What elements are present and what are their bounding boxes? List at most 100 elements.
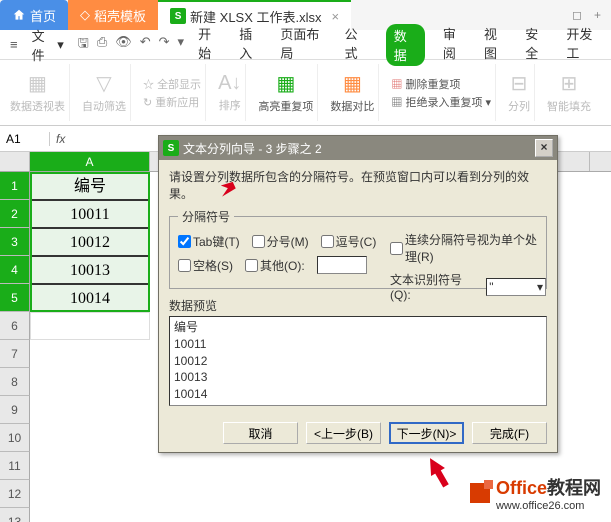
file-menu-label: 文件	[32, 26, 56, 64]
row-header-7[interactable]: 7	[0, 340, 30, 368]
print-icon[interactable]: ⎙	[97, 34, 107, 56]
text-qualifier-select[interactable]: " ▾	[486, 278, 546, 296]
split-icon: ⊟	[511, 71, 528, 96]
preview-row: 编号	[174, 319, 542, 336]
preview-row: 10014	[174, 386, 542, 403]
name-box[interactable]: A1	[0, 132, 50, 146]
checkbox-space[interactable]: 空格(S)	[178, 257, 233, 274]
cell-a6[interactable]	[30, 312, 150, 340]
ribbon-highlightdup-label: 高亮重复项	[258, 98, 313, 114]
row-header-13[interactable]: 13	[0, 508, 30, 522]
ribbon-dup-opts: ▦ 删除重复项 ▦ 拒绝录入重复项 ▾	[387, 64, 496, 121]
ribbon-tab-data[interactable]: 数据	[386, 24, 425, 66]
ribbon: ▦数据透视表 ▽自动筛选 ☆ 全部显示 ↻ 重新应用 A↓排序 ▦高亮重复项 ▦…	[0, 60, 611, 126]
ribbon-splitcol[interactable]: ⊟ 分列	[504, 64, 535, 121]
ribbon-tab-formula[interactable]: 公式	[345, 24, 368, 66]
row-header-10[interactable]: 10	[0, 424, 30, 452]
dialog-app-icon: S	[163, 140, 179, 156]
delete-icon: ▦	[391, 79, 402, 91]
checkbox-semicolon[interactable]: 分号(M)	[252, 233, 309, 250]
sheet-icon: S	[170, 8, 186, 24]
ribbon-autofilter-label: 自动筛选	[82, 98, 126, 114]
ribbon-sort[interactable]: A↓ 排序	[214, 64, 246, 121]
ribbon-tab-security[interactable]: 安全	[525, 24, 548, 66]
undo-icon[interactable]: ↶	[140, 34, 151, 56]
next-button[interactable]: 下一步(N)>	[389, 422, 464, 444]
dialog-title-text: 文本分列向导 - 3 步骤之 2	[183, 140, 322, 157]
ribbon-tab-review[interactable]: 审阅	[443, 24, 466, 66]
row-header-1[interactable]: 1	[0, 172, 30, 200]
ribbon-tab-start[interactable]: 开始	[198, 24, 221, 66]
tab-template[interactable]: ◇ 稻壳模板	[68, 0, 158, 30]
cell-a3[interactable]: 10012	[30, 228, 150, 256]
ribbon-pivot[interactable]: ▦数据透视表	[6, 64, 70, 121]
ribbon-filter-opts: ☆ 全部显示 ↻ 重新应用	[139, 64, 206, 121]
ribbon-tab-view[interactable]: 视图	[484, 24, 507, 66]
checkbox-tab[interactable]: Tab键(T)	[178, 233, 240, 250]
ribbon-datacompare[interactable]: ▦ 数据对比	[326, 64, 379, 121]
select-all-corner[interactable]	[0, 152, 30, 171]
sort-icon: A↓	[218, 72, 241, 95]
doc-icon: ◇	[80, 7, 90, 23]
cancel-button[interactable]: 取消	[223, 422, 298, 444]
ribbon-tab-dev[interactable]: 开发工	[566, 24, 601, 66]
ribbon-smartfill[interactable]: ⊞ 智能填充	[543, 64, 595, 121]
ribbon-splitcol-label: 分列	[508, 98, 530, 114]
ribbon-showall[interactable]: ☆ 全部显示	[143, 76, 201, 92]
row-header-11[interactable]: 11	[0, 452, 30, 480]
dialog-titlebar[interactable]: S 文本分列向导 - 3 步骤之 2 ×	[159, 136, 557, 160]
col-header-a[interactable]: A	[30, 152, 150, 171]
save-icon[interactable]: 🖫	[78, 34, 89, 56]
row-header-5[interactable]: 5	[0, 284, 30, 312]
win-box1-icon[interactable]: ◻	[572, 8, 582, 22]
finish-button[interactable]: 完成(F)	[472, 422, 547, 444]
cell-a4[interactable]: 10013	[30, 256, 150, 284]
row-header-12[interactable]: 12	[0, 480, 30, 508]
watermark: OfficeOffice教程网教程网 www.office26.com	[470, 474, 601, 512]
qat-dropdown-icon[interactable]: ▾	[178, 34, 185, 56]
row-header-6[interactable]: 6	[0, 312, 30, 340]
row-header-8[interactable]: 8	[0, 368, 30, 396]
cell-a1[interactable]: 编号	[30, 172, 150, 200]
chevron-down-icon: ▾	[537, 280, 543, 294]
dialog-close-button[interactable]: ×	[535, 139, 553, 157]
ribbon-tab-layout[interactable]: 页面布局	[280, 24, 326, 66]
ribbon-tab-insert[interactable]: 插入	[239, 24, 262, 66]
ribbon-tabs: 开始 插入 页面布局 公式 数据 审阅 视图 安全 开发工	[198, 24, 601, 66]
cell-a5[interactable]: 10014	[30, 284, 150, 312]
cell-a2[interactable]: 10011	[30, 200, 150, 228]
ribbon-deletedup[interactable]: ▦ 删除重复项	[391, 76, 460, 92]
ribbon-autofilter[interactable]: ▽自动筛选	[78, 64, 131, 121]
close-icon[interactable]: ×	[332, 9, 340, 24]
redo-icon[interactable]: ↷	[159, 34, 170, 56]
menu-icon[interactable]: ≡	[10, 37, 18, 52]
preview-box[interactable]: 编号 10011 10012 10013 10014	[169, 316, 547, 406]
ribbon-highlightdup[interactable]: ▦高亮重复项	[254, 64, 318, 121]
ribbon-sort-label: 排序	[219, 97, 241, 113]
tab-home-label: 首页	[30, 6, 56, 25]
dialog-buttons: 取消 <上一步(B) 下一步(N)> 完成(F)	[159, 414, 557, 452]
fill-icon: ⊞	[561, 71, 578, 96]
row-header-2[interactable]: 2	[0, 200, 30, 228]
checkbox-comma[interactable]: 逗号(C)	[321, 233, 377, 250]
checkbox-other[interactable]: 其他(O):	[245, 257, 305, 274]
ribbon-smartfill-label: 智能填充	[547, 98, 591, 114]
preview-row: 10013	[174, 369, 542, 386]
file-menu[interactable]: 文件 ▾	[32, 26, 64, 64]
row-header-9[interactable]: 9	[0, 396, 30, 424]
plus-icon[interactable]: +	[594, 8, 601, 22]
preview-row: 10012	[174, 353, 542, 370]
delimiter-legend: 分隔符号	[178, 208, 234, 225]
ribbon-rejectdup[interactable]: ▦ 拒绝录入重复项 ▾	[391, 94, 491, 110]
compare-icon: ▦	[343, 71, 362, 96]
watermark-sub: www.office26.com	[496, 500, 601, 512]
row-header-4[interactable]: 4	[0, 256, 30, 284]
ribbon-reapply[interactable]: ↻ 重新应用	[143, 94, 199, 110]
other-delimiter-input[interactable]	[317, 256, 367, 274]
preview-icon[interactable]: 👁	[115, 34, 132, 56]
back-button[interactable]: <上一步(B)	[306, 422, 381, 444]
ribbon-datacompare-label: 数据对比	[330, 98, 374, 114]
checkbox-consecutive[interactable]: 连续分隔符号视为单个处理(R)	[390, 231, 546, 265]
reject-icon: ▦	[391, 97, 402, 109]
row-header-3[interactable]: 3	[0, 228, 30, 256]
